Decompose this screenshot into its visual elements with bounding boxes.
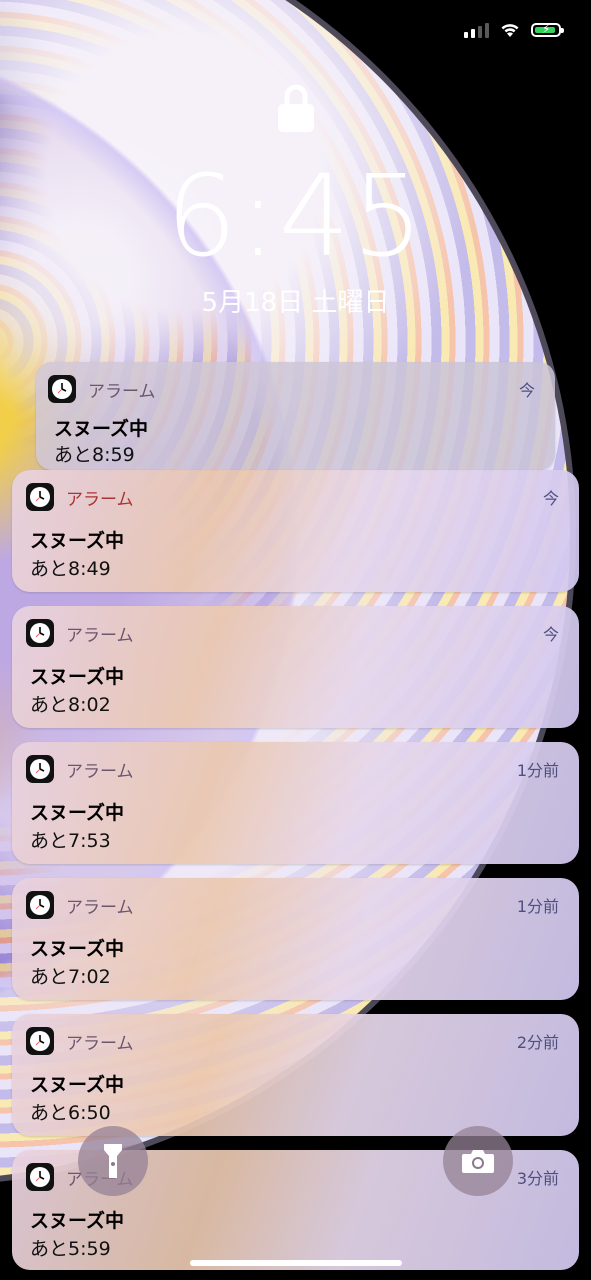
- camera-icon: [462, 1150, 494, 1173]
- notification-title: スヌーズ中: [54, 418, 149, 440]
- notification-card[interactable]: アラーム 1分前 スヌーズ中 あと7:53: [12, 742, 579, 864]
- notification-body: あと8:02: [30, 694, 111, 716]
- notification-time: 3分前: [516, 1169, 559, 1188]
- clock-app-icon: [26, 1163, 54, 1191]
- notification-title: スヌーズ中: [30, 802, 125, 824]
- notification-time: 2分前: [516, 1033, 559, 1052]
- notification-card[interactable]: アラーム 2分前 スヌーズ中 あと6:50: [12, 1014, 579, 1136]
- lock-icon: [278, 84, 314, 132]
- flashlight-button[interactable]: [78, 1126, 148, 1196]
- cellular-signal-icon: [464, 22, 489, 38]
- clock-app-icon: [26, 891, 54, 919]
- status-bar: ⚡: [464, 22, 564, 38]
- notification-time: 今: [542, 489, 559, 508]
- notification-body: あと8:49: [30, 558, 111, 580]
- notification-body: あと6:50: [30, 1102, 111, 1124]
- notification-card[interactable]: アラーム 今 スヌーズ中 あと8:02: [12, 606, 579, 728]
- notification-card[interactable]: アラーム 今 スヌーズ中 あと8:49: [12, 470, 579, 592]
- notification-app-name: アラーム: [66, 489, 134, 510]
- notification-app-name: アラーム: [66, 897, 134, 918]
- notification-body: あと5:59: [30, 1238, 111, 1260]
- notification-time: 1分前: [516, 897, 559, 916]
- notification-title: スヌーズ中: [30, 938, 125, 960]
- notification-app-name: アラーム: [66, 625, 134, 646]
- battery-charging-icon: ⚡: [531, 22, 564, 37]
- clock-app-icon: [26, 1027, 54, 1055]
- notification-card[interactable]: アラーム 1分前 スヌーズ中 あと7:02: [12, 878, 579, 1000]
- notification-app-name: アラーム: [66, 761, 134, 782]
- notification-title: スヌーズ中: [30, 1074, 125, 1096]
- notification-body: あと8:59: [54, 444, 135, 466]
- lock-screen-date: 5月18日 土曜日: [201, 288, 390, 318]
- flashlight-icon: [104, 1144, 122, 1178]
- home-indicator[interactable]: [190, 1260, 402, 1266]
- clock-app-icon: [48, 375, 76, 403]
- notification-time: 今: [542, 625, 559, 644]
- notification-title: スヌーズ中: [30, 530, 125, 552]
- notification-body: あと7:02: [30, 966, 111, 988]
- notification-title: スヌーズ中: [30, 666, 125, 688]
- clock-app-icon: [26, 755, 54, 783]
- notification-app-name: アラーム: [66, 1033, 134, 1054]
- notification-card[interactable]: アラーム 今 スヌーズ中 あと8:59: [36, 362, 555, 470]
- notification-body: あと7:53: [30, 830, 111, 852]
- notification-time: 今: [518, 381, 535, 400]
- camera-button[interactable]: [443, 1126, 513, 1196]
- wifi-icon: [501, 24, 519, 37]
- clock-app-icon: [26, 619, 54, 647]
- clock-app-icon: [26, 483, 54, 511]
- notification-title: スヌーズ中: [30, 1210, 125, 1232]
- lock-screen-time: 6:45: [165, 152, 426, 282]
- notification-app-name: アラーム: [88, 381, 156, 402]
- notification-time: 1分前: [516, 761, 559, 780]
